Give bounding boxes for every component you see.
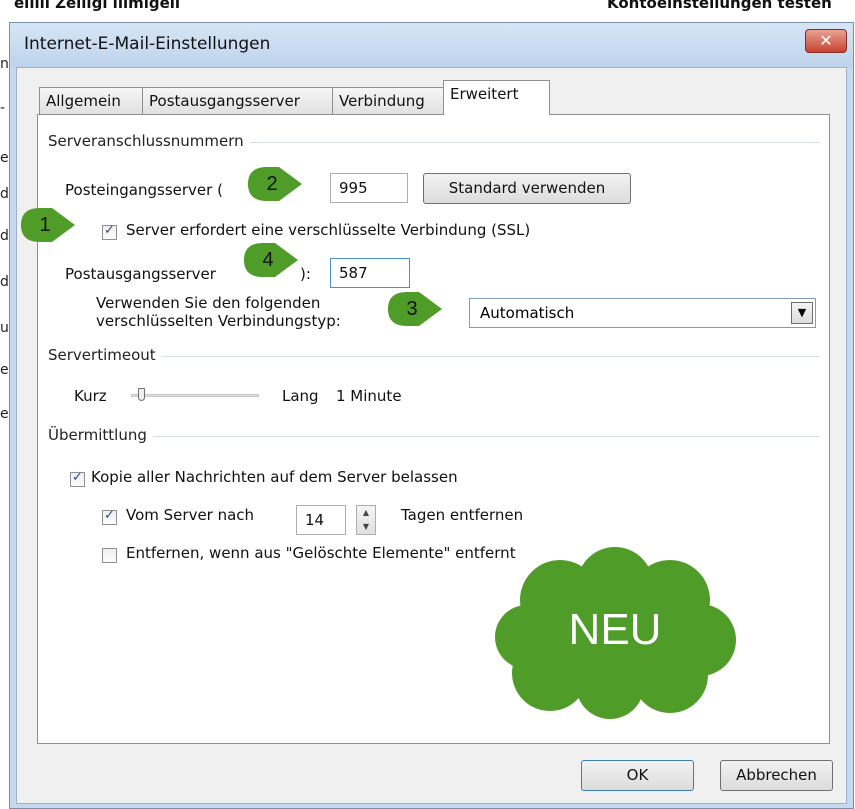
group-divider: [48, 436, 820, 437]
incoming-server-label: Posteingangsserver (: [65, 181, 223, 199]
timeout-slider-thumb[interactable]: [138, 388, 146, 401]
tab-allgemein[interactable]: Allgemein: [39, 87, 143, 114]
encryption-type-label: Verwenden Sie den folgenden: [96, 294, 321, 312]
cancel-button[interactable]: Abbrechen: [720, 760, 833, 791]
window-title: Internet-E-Mail-Einstellungen: [24, 34, 271, 54]
encryption-type-value: Automatisch: [480, 304, 575, 322]
background-char: e: [0, 406, 9, 422]
background-text-left: eilili Zeliigi ilimigeli: [14, 0, 181, 12]
background-char: d: [0, 274, 9, 290]
annotation-badge-2: 2: [247, 165, 303, 203]
days-spinner[interactable]: ▲ ▼: [356, 505, 376, 535]
badge-number: 2: [266, 173, 278, 195]
background-char: e: [0, 150, 9, 166]
background-left-strip: n - e d d d u e e: [0, 22, 9, 809]
keep-copy-checkbox[interactable]: [70, 470, 85, 487]
timeout-slider-track[interactable]: [131, 394, 259, 397]
cloud-text: NEU: [568, 605, 662, 654]
outgoing-server-label: Postausgangsserver: [65, 265, 216, 283]
tab-postausgangsserver[interactable]: Postausgangsserver: [142, 87, 333, 114]
background-char: d: [0, 228, 9, 244]
close-icon: ✕: [819, 31, 833, 50]
badge-number: 3: [406, 298, 418, 320]
group-label-delivery: Übermittlung: [48, 426, 153, 444]
background-window-fragment: eilili Zeliigi ilimigeli Kontoeinstellun…: [0, 0, 855, 22]
spin-down-icon[interactable]: ▼: [357, 520, 375, 534]
encryption-type-select[interactable]: Automatisch ▼: [469, 298, 816, 328]
tab-verbindung[interactable]: Verbindung: [332, 87, 444, 114]
new-cloud: NEU: [495, 545, 745, 720]
remove-deleted-label: Entfernen, wenn aus "Gelöschte Elemente"…: [126, 544, 516, 562]
chevron-down-icon[interactable]: ▼: [791, 302, 813, 324]
days-suffix-label: Tagen entfernen: [401, 506, 524, 524]
background-text-right: Kontoeinstellungen testen: [607, 0, 832, 12]
annotation-badge-4: 4: [243, 241, 299, 279]
ok-button[interactable]: OK: [581, 760, 694, 791]
background-char: u: [0, 320, 9, 336]
days-input[interactable]: 14: [296, 505, 346, 535]
outgoing-server-label-tail: ):: [300, 265, 311, 283]
remove-after-label: Vom Server nach: [126, 506, 255, 524]
group-divider: [48, 356, 820, 357]
group-label-server-ports: Serveranschlussnummern: [48, 132, 250, 150]
annotation-badge-3: 3: [387, 290, 443, 328]
outgoing-port-input[interactable]: 587: [330, 258, 410, 288]
background-char: -: [0, 100, 6, 116]
badge-number: 4: [262, 249, 274, 271]
title-bar[interactable]: Internet-E-Mail-Einstellungen ✕: [10, 23, 853, 67]
background-char: n: [0, 56, 9, 72]
background-char: d: [0, 186, 9, 202]
incoming-port-input[interactable]: 995: [330, 173, 408, 203]
ssl-checkbox[interactable]: [102, 223, 117, 240]
remove-deleted-checkbox[interactable]: [102, 548, 117, 563]
encryption-type-label-line2: verschlüsselten Verbindungstyp:: [96, 312, 341, 330]
ssl-label: Server erfordert eine verschlüsselte Ver…: [126, 221, 531, 239]
timeout-long-label: Lang: [282, 387, 319, 405]
close-button[interactable]: ✕: [805, 29, 847, 53]
spin-up-icon[interactable]: ▲: [357, 506, 375, 520]
keep-copy-label: Kopie aller Nachrichten auf dem Server b…: [91, 468, 458, 486]
default-button[interactable]: Standard verwenden: [423, 173, 631, 204]
background-char: e: [0, 362, 9, 378]
group-label-timeout: Servertimeout: [48, 346, 162, 364]
tab-erweitert[interactable]: Erweitert: [443, 80, 550, 115]
timeout-short-label: Kurz: [74, 387, 107, 405]
timeout-value: 1 Minute: [336, 387, 402, 405]
badge-number: 1: [39, 214, 51, 236]
annotation-badge-1: 1: [20, 206, 76, 244]
remove-after-checkbox[interactable]: [102, 508, 117, 525]
